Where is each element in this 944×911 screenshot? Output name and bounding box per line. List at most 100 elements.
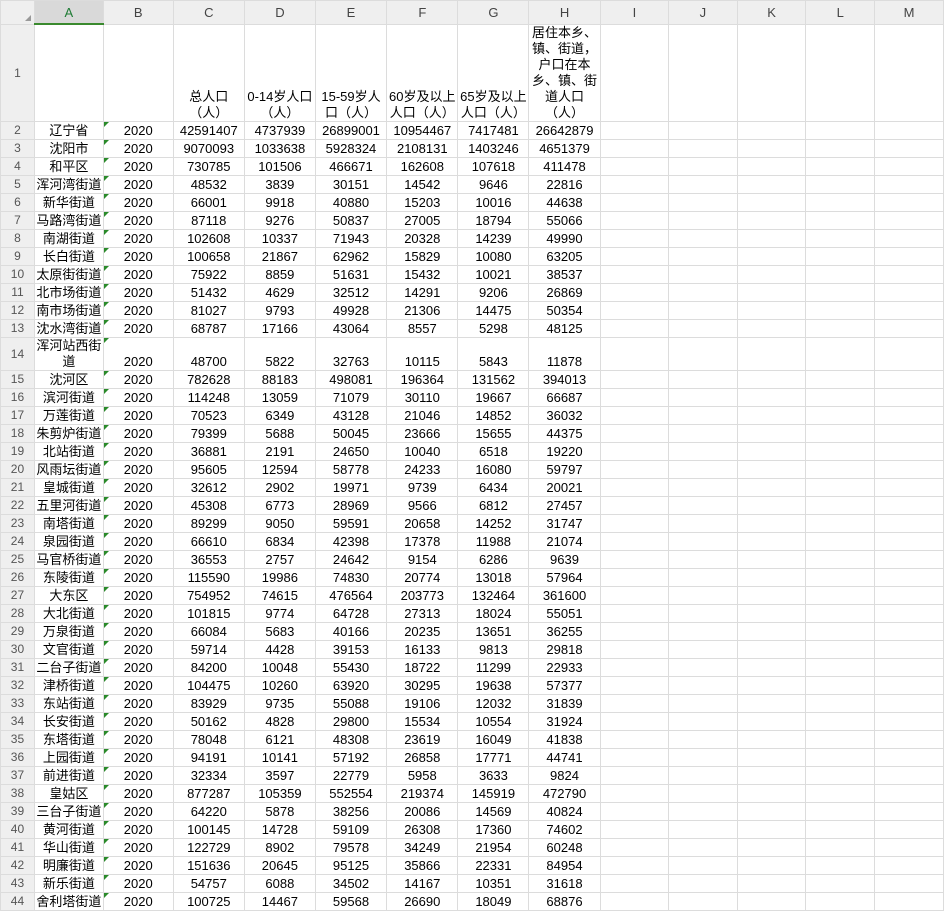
cell-E35[interactable]: 48308 (314, 729, 388, 749)
cell-I40[interactable] (599, 819, 670, 839)
cell-C3[interactable]: 9070093 (172, 138, 245, 158)
cell-B38[interactable]: 2020 (102, 783, 174, 803)
cell-F43[interactable]: 14167 (386, 873, 459, 893)
cell-L40[interactable] (805, 819, 876, 839)
cell-E33[interactable]: 55088 (314, 693, 388, 713)
cell-E43[interactable]: 34502 (314, 873, 388, 893)
cell-C43[interactable]: 54757 (172, 873, 245, 893)
cell-J36[interactable] (668, 747, 738, 767)
cell-G27[interactable]: 132464 (457, 585, 530, 605)
cell-G8[interactable]: 14239 (457, 228, 530, 248)
cell-J17[interactable] (668, 405, 738, 425)
cell-D11[interactable]: 4629 (243, 282, 316, 302)
cell-I30[interactable] (599, 639, 670, 659)
cell-A5[interactable]: 浑河湾街道 (33, 174, 104, 194)
cell-A28[interactable]: 大北街道 (33, 603, 104, 623)
cell-E14[interactable]: 32763 (314, 336, 388, 371)
cell-M2[interactable] (874, 120, 944, 140)
cell-G36[interactable]: 17771 (457, 747, 530, 767)
cell-D10[interactable]: 8859 (243, 264, 316, 284)
cell-G7[interactable]: 18794 (457, 210, 530, 230)
row-header-21[interactable]: 21 (0, 477, 35, 497)
cell-D16[interactable]: 13059 (243, 387, 316, 407)
cell-G23[interactable]: 14252 (457, 513, 530, 533)
cell-A22[interactable]: 五里河街道 (33, 495, 104, 515)
cell-A40[interactable]: 黄河街道 (33, 819, 104, 839)
cell-E42[interactable]: 95125 (314, 855, 388, 875)
row-header-19[interactable]: 19 (0, 441, 35, 461)
cell-L22[interactable] (805, 495, 876, 515)
cell-E17[interactable]: 43128 (314, 405, 388, 425)
cell-C41[interactable]: 122729 (172, 837, 245, 857)
cell-I21[interactable] (599, 477, 670, 497)
cell-G26[interactable]: 13018 (457, 567, 530, 587)
cell-E32[interactable]: 63920 (314, 675, 388, 695)
row-header-10[interactable]: 10 (0, 264, 35, 284)
cell-D40[interactable]: 14728 (243, 819, 316, 839)
cell-M20[interactable] (874, 459, 944, 479)
cell-D34[interactable]: 4828 (243, 711, 316, 731)
row-header-8[interactable]: 8 (0, 228, 35, 248)
cell-C6[interactable]: 66001 (172, 192, 245, 212)
cell-G12[interactable]: 14475 (457, 300, 530, 320)
cell-K34[interactable] (736, 711, 807, 731)
cell-C38[interactable]: 877287 (172, 783, 245, 803)
cell-L12[interactable] (805, 300, 876, 320)
cell-F30[interactable]: 16133 (386, 639, 459, 659)
cell-C21[interactable]: 32612 (172, 477, 245, 497)
cell-M8[interactable] (874, 228, 944, 248)
cell-B2[interactable]: 2020 (102, 120, 174, 140)
cell-J13[interactable] (668, 318, 738, 338)
cell-B1[interactable] (102, 23, 174, 122)
cell-M14[interactable] (874, 336, 944, 371)
cell-B13[interactable]: 2020 (102, 318, 174, 338)
cell-L15[interactable] (805, 369, 876, 389)
cell-B5[interactable]: 2020 (102, 174, 174, 194)
cell-J35[interactable] (668, 729, 738, 749)
cell-F40[interactable]: 26308 (386, 819, 459, 839)
cell-H7[interactable]: 55066 (528, 210, 601, 230)
cell-H41[interactable]: 60248 (528, 837, 601, 857)
cell-M16[interactable] (874, 387, 944, 407)
cell-C9[interactable]: 100658 (172, 246, 245, 266)
cell-F20[interactable]: 24233 (386, 459, 459, 479)
cell-H5[interactable]: 22816 (528, 174, 601, 194)
cell-A6[interactable]: 新华街道 (33, 192, 104, 212)
cell-M41[interactable] (874, 837, 944, 857)
column-header-F[interactable]: F (386, 0, 459, 25)
cell-K25[interactable] (736, 549, 807, 569)
cell-H33[interactable]: 31839 (528, 693, 601, 713)
cell-J34[interactable] (668, 711, 738, 731)
cell-A37[interactable]: 前进街道 (33, 765, 104, 785)
cell-K39[interactable] (736, 801, 807, 821)
cell-K15[interactable] (736, 369, 807, 389)
cell-F28[interactable]: 27313 (386, 603, 459, 623)
cell-M37[interactable] (874, 765, 944, 785)
cell-M26[interactable] (874, 567, 944, 587)
cell-J43[interactable] (668, 873, 738, 893)
cell-G42[interactable]: 22331 (457, 855, 530, 875)
cell-I24[interactable] (599, 531, 670, 551)
cell-I44[interactable] (599, 891, 670, 911)
cell-A17[interactable]: 万莲街道 (33, 405, 104, 425)
cell-A3[interactable]: 沈阳市 (33, 138, 104, 158)
cell-B17[interactable]: 2020 (102, 405, 174, 425)
cell-K44[interactable] (736, 891, 807, 911)
cell-M1[interactable] (874, 23, 944, 122)
cell-M32[interactable] (874, 675, 944, 695)
cell-M12[interactable] (874, 300, 944, 320)
row-header-44[interactable]: 44 (0, 891, 35, 911)
cell-L8[interactable] (805, 228, 876, 248)
cell-E30[interactable]: 39153 (314, 639, 388, 659)
cell-G29[interactable]: 13651 (457, 621, 530, 641)
cell-F2[interactable]: 10954467 (386, 120, 459, 140)
cell-K6[interactable] (736, 192, 807, 212)
cell-D21[interactable]: 2902 (243, 477, 316, 497)
cell-M40[interactable] (874, 819, 944, 839)
cell-D39[interactable]: 5878 (243, 801, 316, 821)
cell-C5[interactable]: 48532 (172, 174, 245, 194)
cell-H36[interactable]: 44741 (528, 747, 601, 767)
cell-G22[interactable]: 6812 (457, 495, 530, 515)
cell-I6[interactable] (599, 192, 670, 212)
cell-L23[interactable] (805, 513, 876, 533)
